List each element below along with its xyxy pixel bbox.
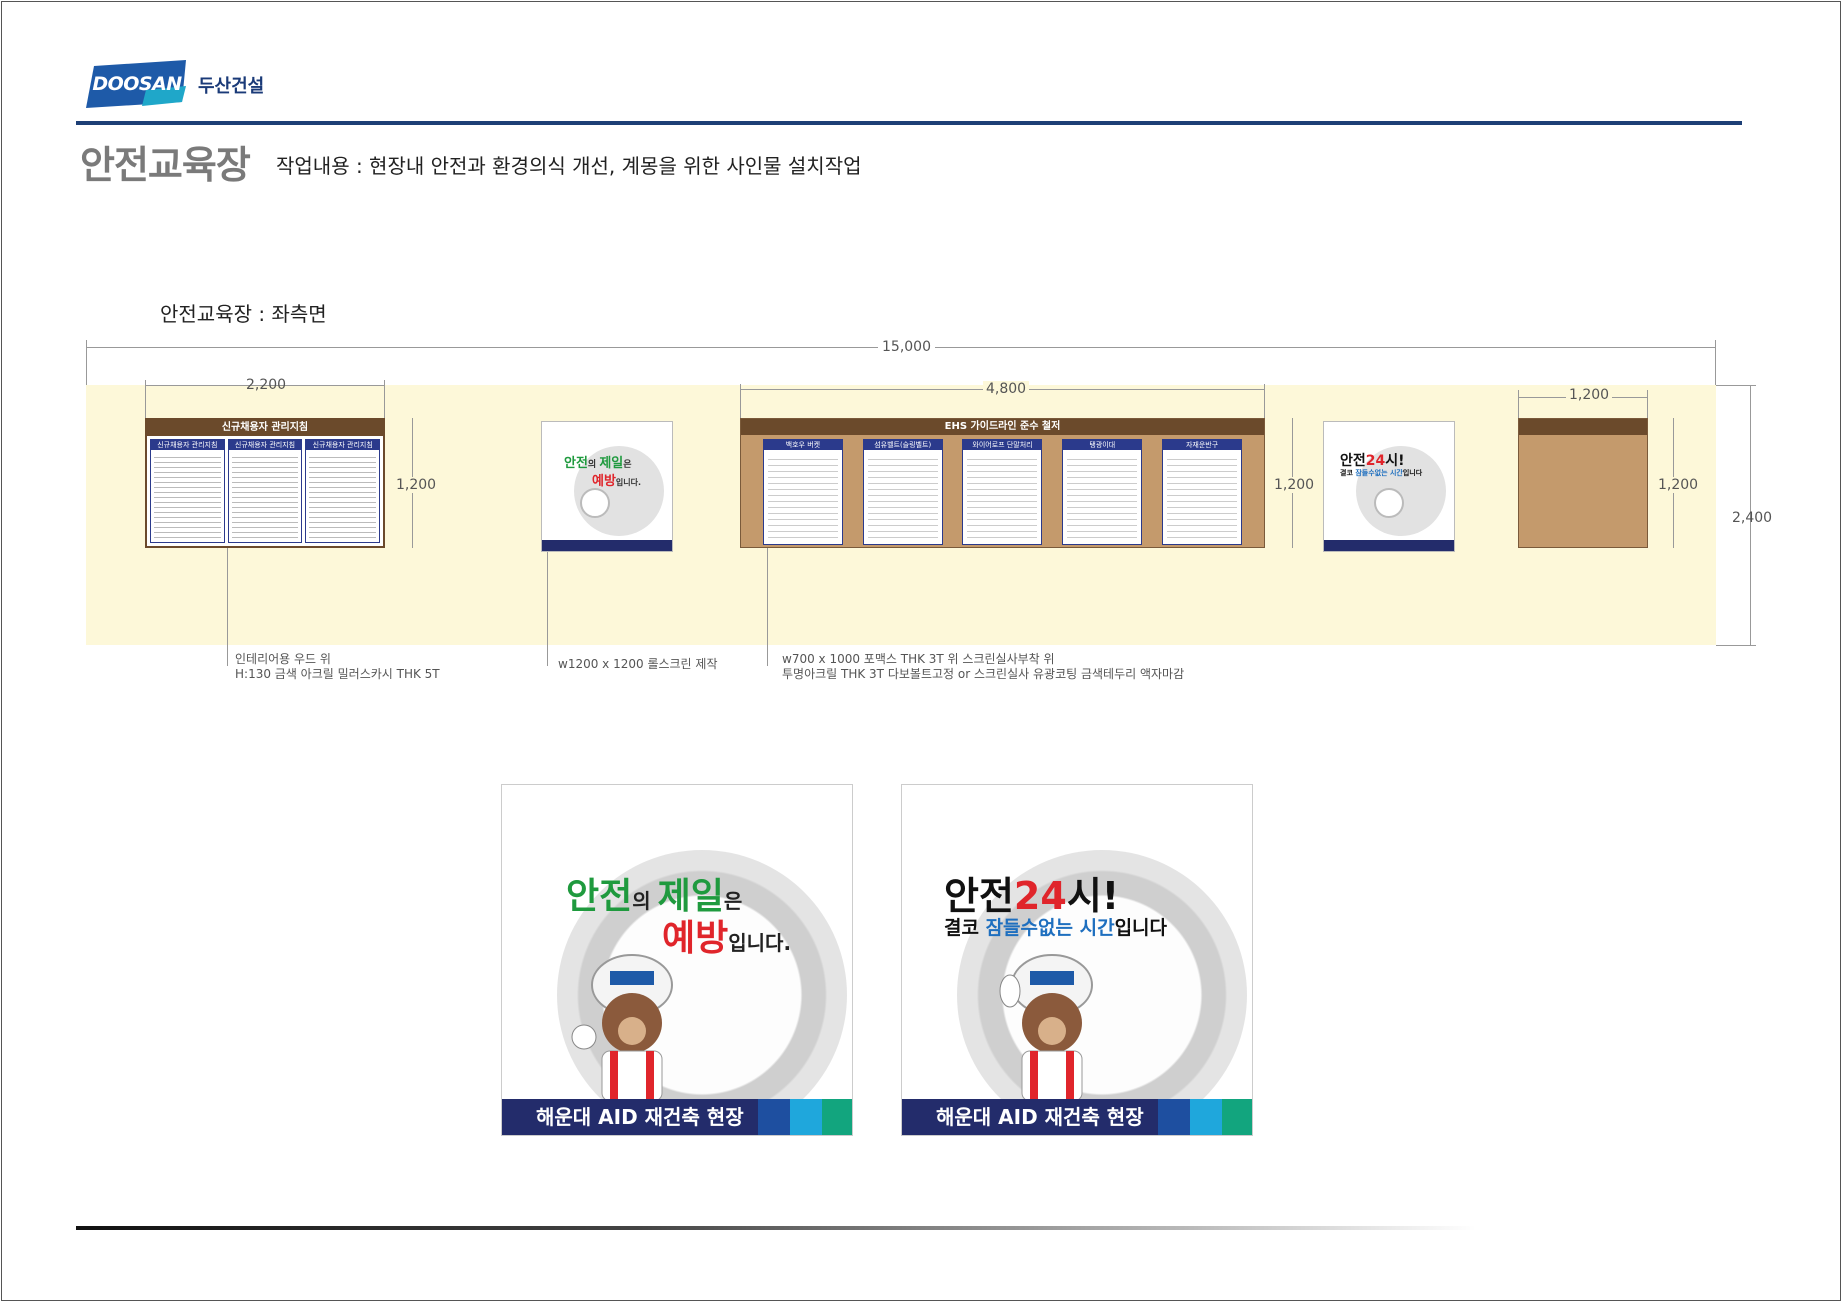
poster-2-word-sleepless: 잠들수없는: [985, 917, 1080, 939]
ehs-panel-title: 자재운반구: [1163, 440, 1242, 450]
poster-2-word-never: 결코: [944, 917, 986, 939]
board-a-panel-title: 신규채용자 관리지침: [306, 440, 380, 450]
height-dim-tick-bottom: [1716, 645, 1756, 646]
board-c-header: [1519, 419, 1647, 435]
board-ehs-guidelines: EHS 가이드라인 준수 철저 백호우 버켓 섬유벨트(슬링벨트) 와이어로프 …: [740, 418, 1265, 548]
poster-24-hours: 안전24시! 결코 잠들수없는 시간입니다 해운대 AID 재건축 현장: [901, 784, 1253, 1136]
note-c: w700 x 1000 포맥스 THK 3T 위 스크린실사부착 위 투명아크릴…: [782, 652, 1184, 682]
board-a-panel: 신규채용자 관리지침: [150, 439, 225, 543]
total-dim-tick-right: [1715, 340, 1716, 385]
ehs-panel-title: 섬유벨트(슬링벨트): [863, 440, 942, 450]
note-a: 인테리어용 우드 위 H:130 금색 아크릴 밀러스카시 THK 5T: [235, 652, 440, 682]
poster-1-stripe-blue: [758, 1099, 790, 1135]
poster-2-stripe-green: [1222, 1099, 1252, 1135]
note-a-leader: [227, 548, 228, 666]
note-a-line2: H:130 금색 아크릴 밀러스카시 THK 5T: [235, 667, 440, 681]
height-dim-label: 2,400: [1732, 510, 1773, 526]
poster-2-word-time: 시간: [1079, 917, 1115, 939]
small-poster-prevention: 안전의 제일은 예방입니다.: [541, 421, 673, 552]
footer-rule: [76, 1226, 1476, 1230]
poster-1-word-safety: 안전: [566, 876, 633, 917]
poster-2-line1: 안전24시!: [944, 865, 1119, 920]
header-rule: [76, 121, 1742, 125]
company-name: 두산건설: [198, 76, 265, 97]
mascot-salute-icon: [999, 954, 1093, 1101]
poster-2-word-hour: 시!: [1066, 874, 1120, 918]
total-dim-label: 15,000: [878, 339, 935, 355]
note-c-line2: 투명아크릴 THK 3T 다보볼트고정 or 스크린실사 유광코팅 금색테두리 …: [782, 667, 1185, 681]
board-c-dim-label: 1,200: [1566, 387, 1613, 403]
doosan-logo: DOOSAN: [86, 60, 188, 108]
total-dim-tick-left: [86, 340, 87, 385]
logo-text: DOOSAN: [92, 73, 182, 95]
board-a-height-label: 1,200: [396, 477, 437, 493]
board-c-dim-tick-left: [1518, 390, 1519, 418]
height-dim-tick-top: [1716, 385, 1756, 386]
board-a-panel: 신규채용자 관리지침: [227, 439, 303, 543]
section-label: 안전교육장 : 좌측면: [160, 302, 327, 326]
poster-2-word-safety: 안전: [944, 874, 1014, 918]
ehs-panel-title: 와이어로프 단말처리: [963, 440, 1042, 450]
board-b-dim-tick-left: [740, 384, 741, 418]
note-c-line1: w700 x 1000 포맥스 THK 3T 위 스크린실사부착 위: [782, 652, 1055, 666]
ehs-panel: 와이어로프 단말처리: [962, 439, 1043, 545]
board-b-dim-label: 4,800: [983, 381, 1030, 397]
poster-1-particle: 의: [632, 889, 658, 913]
board-a-panel-title: 신규채용자 관리지침: [151, 440, 224, 450]
board-c-height-label: 1,200: [1658, 477, 1699, 493]
note-c-leader: [767, 548, 768, 666]
poster-2-ending: 입니다: [1114, 917, 1168, 939]
ehs-panel-title: 탱광이대: [1063, 440, 1142, 450]
poster-1-ending: 입니다.: [728, 931, 792, 955]
board-a-dim-label: 2,200: [246, 377, 287, 393]
mascot-thumbsup-icon: [571, 954, 673, 1101]
ehs-panel: 자재운반구: [1162, 439, 1243, 545]
poster-2-line2: 결코 잠들수없는 시간입니다: [944, 913, 1167, 940]
note-b-leader: [547, 552, 548, 666]
board-b-header: EHS 가이드라인 준수 철저: [741, 419, 1264, 435]
board-b-dim-tick-right: [1264, 384, 1265, 418]
poster-prevention: 안전의 제일은 예방입니다. 해운대 AID 재건축 현장: [501, 784, 853, 1136]
poster-2-stripe-blue: [1158, 1099, 1190, 1135]
note-b: w1200 x 1200 롤스크린 제작: [558, 657, 718, 671]
note-a-line1: 인테리어용 우드 위: [235, 652, 331, 666]
ehs-panel: 탱광이대: [1062, 439, 1143, 545]
board-a-dim-tick-right: [384, 380, 385, 418]
ehs-panel-title: 백호우 버켓: [763, 440, 842, 450]
board-a-header: 신규채용자 관리지침: [147, 420, 383, 436]
board-a-panel: 신규채용자 관리지침: [305, 439, 381, 543]
poster-2-number-24: 24: [1013, 874, 1067, 918]
small-poster-24h: 안전24시! 결코 잠들수없는 시간입니다: [1323, 421, 1455, 552]
board-a-dim-tick-left: [145, 380, 146, 418]
board-a-panel-title: 신규채용자 관리지침: [228, 440, 302, 450]
page-title: 안전교육장: [80, 143, 251, 187]
board-new-hire-guidelines: 신규채용자 관리지침 신규채용자 관리지침 신규채용자 관리지침 신규채용자 관…: [145, 418, 385, 548]
board-b-height-label: 1,200: [1274, 477, 1315, 493]
poster-1-stripe-green: [822, 1099, 852, 1135]
poster-1-stripe-cyan: [790, 1099, 822, 1135]
poster-2-stripe-cyan: [1190, 1099, 1222, 1135]
ehs-panel: 섬유벨트(슬링벨트): [862, 439, 943, 545]
ehs-panel: 백호우 버켓: [762, 439, 843, 545]
page-description: 작업내용 : 현장내 안전과 환경의식 개선, 계몽을 위한 사인물 설치작업: [276, 154, 862, 178]
board-c-dim-tick-right: [1647, 390, 1648, 418]
board-blank-wood: [1518, 418, 1648, 548]
